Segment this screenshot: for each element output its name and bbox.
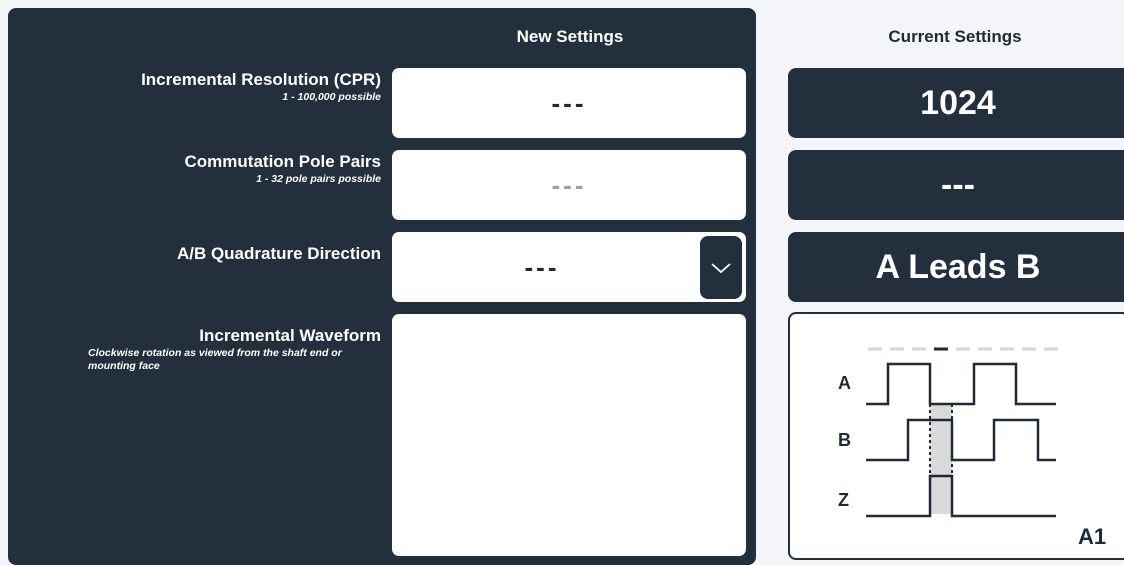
index-highlight [930,476,952,514]
current-quadrature-value: A Leads B [788,232,1124,302]
current-pole-pairs-value: --- [788,150,1124,220]
new-settings-header: New Settings [516,27,624,46]
pole-pairs-label-group: Commutation Pole Pairs 1 - 32 pole pairs… [185,152,381,186]
waveform-label: Incremental Waveform [199,326,381,345]
resolution-label-group: Incremental Resolution (CPR) 1 - 100,000… [141,70,381,104]
current-waveform-diagram: A B Z A1 [788,312,1124,560]
quadrature-dropdown-button[interactable] [700,236,742,299]
current-settings-header: Current Settings [888,27,1022,46]
quadrature-label: A/B Quadrature Direction [176,244,381,263]
channel-z-waveform [866,474,1056,518]
channel-a-label: A [838,373,851,393]
waveform-code: A1 [1078,524,1106,549]
channel-z-label: Z [838,490,849,510]
pole-pairs-input[interactable]: --- [392,150,746,220]
pole-pairs-hint: 1 - 32 pole pairs possible [256,173,381,185]
channel-a-waveform [866,362,1056,406]
current-resolution-value: 1024 [788,68,1124,138]
channel-b-waveform [866,418,1056,462]
resolution-label: Incremental Resolution (CPR) [141,70,381,89]
chevron-down-icon [711,262,731,273]
quadrature-select-value: --- [524,251,560,282]
quadrature-label-group: A/B Quadrature Direction [177,244,381,264]
waveform-input-area[interactable] [392,314,746,556]
channel-b-label: B [838,430,851,450]
waveform-svg: A B Z A1 [838,347,1106,549]
resolution-input[interactable]: --- [392,68,746,138]
resolution-hint: 1 - 100,000 possible [282,91,381,103]
waveform-hint: Clockwise rotation as viewed from the sh… [88,347,342,372]
pole-pairs-label: Commutation Pole Pairs [184,152,381,171]
waveform-label-group: Incremental Waveform Clockwise rotation … [88,326,381,373]
